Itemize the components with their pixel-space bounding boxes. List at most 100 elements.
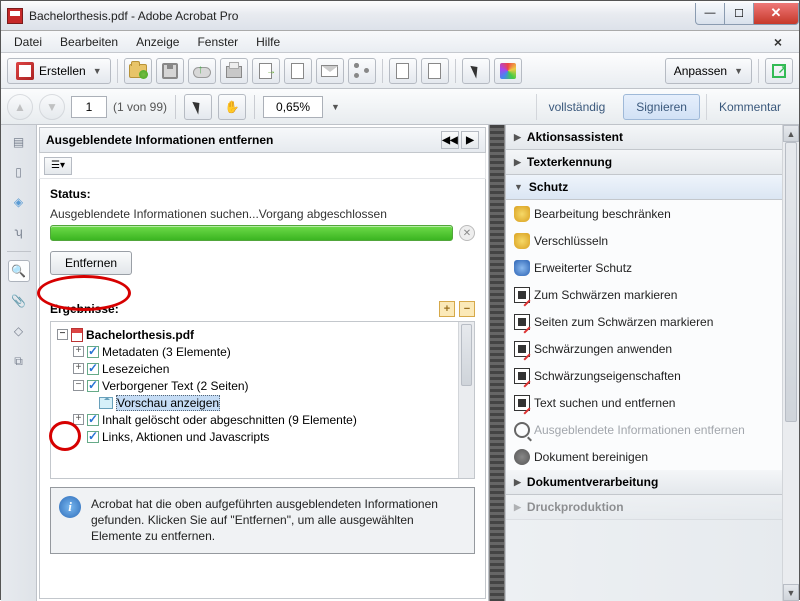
search-icon [514,422,530,438]
separator [758,59,759,83]
menu-close-doc[interactable]: × [765,32,791,52]
checkbox[interactable] [87,363,99,375]
tool-mark-redaction[interactable]: Zum Schwärzen markieren [506,281,799,308]
acc-druckproduktion[interactable]: ▶Druckproduktion [506,495,799,520]
collapse-icon[interactable]: − [57,329,68,340]
tree-item[interactable]: −Verborgener Text (2 Seiten) [53,377,472,394]
hand-tool[interactable]: ✋ [218,94,246,120]
fullscreen-button[interactable] [765,58,793,84]
info-icon: i [59,496,81,518]
expand-icon[interactable]: + [73,363,84,374]
checkbox[interactable] [87,414,99,426]
thumbnails-icon[interactable]: ▤ [8,131,30,153]
acc-aktionsassistent[interactable]: ▶Aktionsassistent [506,125,799,150]
tree-scrollbar[interactable] [458,322,474,478]
tree-item[interactable]: Links, Aktionen und Javascripts [53,428,472,445]
cursor-button[interactable] [462,58,490,84]
collapse-icon[interactable]: − [73,380,84,391]
tool-redaction-props[interactable]: Schwärzungseigenschaften [506,362,799,389]
expand-icon[interactable]: + [73,414,84,425]
scrollbar-thumb[interactable] [461,324,472,386]
right-scrollbar[interactable]: ▲ ▼ [782,125,799,601]
remove-button[interactable]: Entfernen [50,251,132,275]
acc-dokumentverarbeitung[interactable]: ▶Dokumentverarbeitung [506,470,799,495]
progress-cancel-button[interactable]: ✕ [459,225,475,241]
expand-icon[interactable]: + [73,346,84,357]
scrollbar-thumb[interactable] [785,142,797,422]
export-button[interactable] [252,58,280,84]
pages-icon[interactable]: ▯ [8,161,30,183]
zoom-input[interactable] [263,96,323,118]
tree-preview-item[interactable]: Vorschau anzeigen [53,394,472,411]
create-button[interactable]: Erstellen▼ [7,58,111,84]
minimize-button[interactable]: — [695,3,725,25]
tags-icon[interactable]: ⧉ [8,350,30,372]
print-button[interactable] [220,58,248,84]
triangle-right-icon: ▶ [514,132,521,143]
panel-body: Status: Ausgeblendete Informationen such… [39,179,486,599]
mail-button[interactable] [316,58,344,84]
expand-all-button[interactable]: + [439,301,455,317]
select-tool[interactable] [184,94,212,120]
tool-remove-hidden[interactable]: Ausgeblendete Informationen entfernen [506,416,799,443]
menu-datei[interactable]: Datei [5,33,51,51]
tool-search-remove[interactable]: Text suchen und entfernen [506,389,799,416]
tool-sanitize[interactable]: Dokument bereinigen [506,443,799,470]
main-area: ▤ ▯ ◈ ʮ 🔍 📎 ◇ ⧉ Ausgeblendete Informatio… [1,125,799,601]
tool-extended-protection[interactable]: Erweiterter Schutz▼ [506,254,799,281]
menu-hilfe[interactable]: Hilfe [247,33,289,51]
collapse-all-button[interactable]: − [459,301,475,317]
tree-item[interactable]: +Inhalt gelöscht oder abgeschnitten (9 E… [53,411,472,428]
vollstandig-button[interactable]: vollständig [536,94,618,120]
customize-button[interactable]: Anpassen▼ [665,58,752,84]
print-icon [226,66,242,78]
menu-bearbeiten[interactable]: Bearbeiten [51,33,127,51]
colors-button[interactable] [494,58,522,84]
chevron-down-icon: ▼ [93,66,102,76]
tree-root[interactable]: −Bachelorthesis.pdf [53,326,472,343]
nav-down-button[interactable]: ▼ [39,94,65,120]
open-button[interactable] [124,58,152,84]
docs-button[interactable] [389,58,417,84]
tool-apply-redactions[interactable]: Schwärzungen anwenden [506,335,799,362]
menu-fenster[interactable]: Fenster [188,33,247,51]
tree-item[interactable]: +Metadaten (3 Elemente) [53,343,472,360]
attachments-icon[interactable]: 📎 [8,290,30,312]
checkbox[interactable] [87,431,99,443]
checkbox[interactable] [87,346,99,358]
panel-title: Ausgeblendete Informationen entfernen [46,133,273,147]
new-doc-button[interactable] [284,58,312,84]
nav-up-button[interactable]: ▲ [7,94,33,120]
acc-texterkennung[interactable]: ▶Texterkennung [506,150,799,175]
tool-encrypt[interactable]: Verschlüsseln▼ [506,227,799,254]
panel-options-button[interactable]: ☰▾ [44,157,72,175]
page-button[interactable] [421,58,449,84]
menu-anzeige[interactable]: Anzeige [127,33,188,51]
triangle-right-icon: ▶ [514,157,521,168]
acc-schutz[interactable]: ▼Schutz [506,175,799,200]
close-button[interactable]: ✕ [753,3,799,25]
tool-mark-pages[interactable]: Seiten zum Schwärzen markieren [506,308,799,335]
tree-item[interactable]: +Lesezeichen [53,360,472,377]
chevron-down-icon[interactable]: ▼ [331,102,340,112]
checkbox[interactable] [87,380,99,392]
hidden-info-icon[interactable]: 🔍 [8,260,30,282]
scroll-up-button[interactable]: ▲ [783,125,799,142]
share-button[interactable] [348,58,376,84]
signieren-button[interactable]: Signieren [623,94,700,120]
save-button[interactable] [156,58,184,84]
panel-next-button[interactable]: ▶ [461,131,479,149]
maximize-button[interactable]: ☐ [724,3,754,25]
tool-restrict-editing[interactable]: Bearbeitung beschränken [506,200,799,227]
cloud-button[interactable] [188,58,216,84]
panel-prev-button[interactable]: ◀◀ [441,131,459,149]
info-box: i Acrobat hat die oben aufgeführten ausg… [50,487,475,554]
bookmarks-icon[interactable]: ◈ [8,191,30,213]
kommentar-button[interactable]: Kommentar [706,94,793,120]
scroll-down-button[interactable]: ▼ [783,584,799,601]
cursor-icon [470,63,481,78]
panel-header: Ausgeblendete Informationen entfernen ◀◀… [39,127,486,153]
signatures-icon[interactable]: ʮ [8,221,30,243]
layers-icon[interactable]: ◇ [8,320,30,342]
page-input[interactable] [71,96,107,118]
